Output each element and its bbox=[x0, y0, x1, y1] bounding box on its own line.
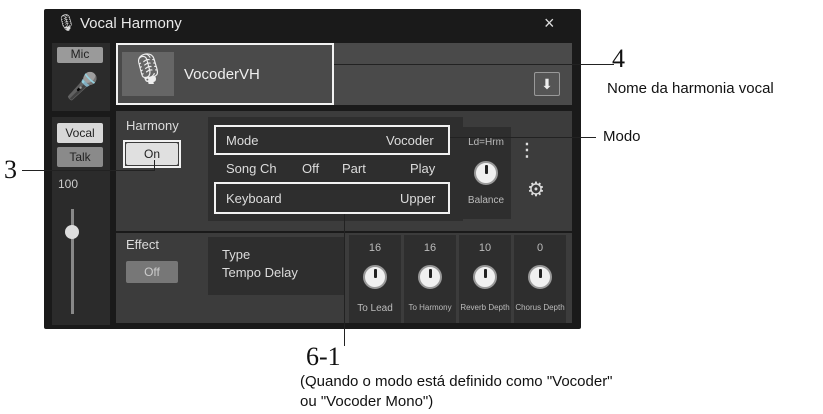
effect-knob-3-value: 0 bbox=[536, 242, 544, 254]
mic-button[interactable]: Mic bbox=[57, 47, 103, 63]
callout-4-line bbox=[334, 64, 614, 65]
vocal-button[interactable]: Vocal bbox=[57, 123, 103, 143]
songch-label: Song Ch bbox=[226, 161, 277, 176]
reverb-depth-knob[interactable] bbox=[473, 265, 497, 289]
save-icon[interactable]: ⬇ bbox=[534, 72, 560, 96]
gear-icon[interactable]: ⚙ bbox=[527, 177, 545, 202]
callout-61-line2: ou "Vocoder Mono") bbox=[300, 393, 434, 410]
effect-knob-2-value: 10 bbox=[478, 242, 492, 254]
talk-button[interactable]: Talk bbox=[57, 147, 103, 167]
title-bar: 🎙 Vocal Harmony × bbox=[44, 9, 581, 37]
part-value[interactable]: Play bbox=[410, 161, 435, 176]
balance-knob[interactable] bbox=[474, 161, 498, 185]
balance-label: Balance bbox=[467, 195, 505, 206]
effect-knob-0-label: To Lead bbox=[357, 303, 393, 314]
effect-knob-2-label: Reverb Depth bbox=[460, 303, 510, 312]
effect-knob-3-label: Chorus Depth bbox=[515, 303, 565, 312]
effect-knob-1-label: To Harmony bbox=[408, 303, 452, 312]
songch-value[interactable]: Off bbox=[302, 161, 319, 176]
to-harmony-knob[interactable] bbox=[418, 265, 442, 289]
chorus-depth-knob[interactable] bbox=[528, 265, 552, 289]
callout-61-line1: (Quando o modo está definido como "Vocod… bbox=[300, 373, 613, 390]
callout-modo-text: Modo bbox=[603, 128, 641, 145]
mode-highlight-frame bbox=[214, 125, 450, 155]
callout-3-number: 3 bbox=[4, 155, 17, 184]
effect-type-label: Type bbox=[222, 247, 251, 262]
effect-knob-0-value: 16 bbox=[368, 242, 382, 254]
effect-knob-1-value: 16 bbox=[423, 242, 437, 254]
mixer-icon[interactable]: ⫶ bbox=[524, 139, 530, 165]
callout-modo-line bbox=[450, 137, 596, 138]
harmony-on-highlight-frame bbox=[123, 140, 181, 168]
callout-61-line bbox=[344, 214, 345, 346]
microphone-icon: 🎤 bbox=[66, 71, 99, 101]
callout-4-text: Nome da harmonia vocal bbox=[607, 80, 774, 97]
effect-label: Effect bbox=[126, 237, 160, 252]
callout-3-line-vertical bbox=[154, 160, 155, 171]
volume-slider-handle[interactable] bbox=[65, 225, 79, 239]
to-lead-knob[interactable] bbox=[363, 265, 387, 289]
ld-hrm-label: Ld=Hrm bbox=[468, 137, 504, 148]
window-title: Vocal Harmony bbox=[80, 15, 182, 32]
effect-off-button[interactable]: Off bbox=[126, 261, 178, 283]
keyboard-highlight-frame bbox=[214, 182, 450, 214]
preset-highlight-frame bbox=[116, 43, 334, 105]
part-label: Part bbox=[342, 161, 366, 176]
effect-type-value[interactable]: Tempo Delay bbox=[222, 265, 298, 280]
volume-value: 100 bbox=[58, 177, 79, 191]
mic-note-icon: 🎙 bbox=[56, 15, 77, 32]
close-icon[interactable]: × bbox=[544, 13, 555, 34]
callout-4-number: 4 bbox=[612, 44, 625, 73]
vocal-harmony-screen: 🎙 Vocal Harmony × Mic 🎤 Vocal Talk 100 🎙… bbox=[44, 9, 581, 329]
callout-61-number: 6-1 bbox=[306, 342, 341, 371]
callout-3-line bbox=[22, 170, 154, 171]
harmony-label: Harmony bbox=[126, 118, 179, 133]
